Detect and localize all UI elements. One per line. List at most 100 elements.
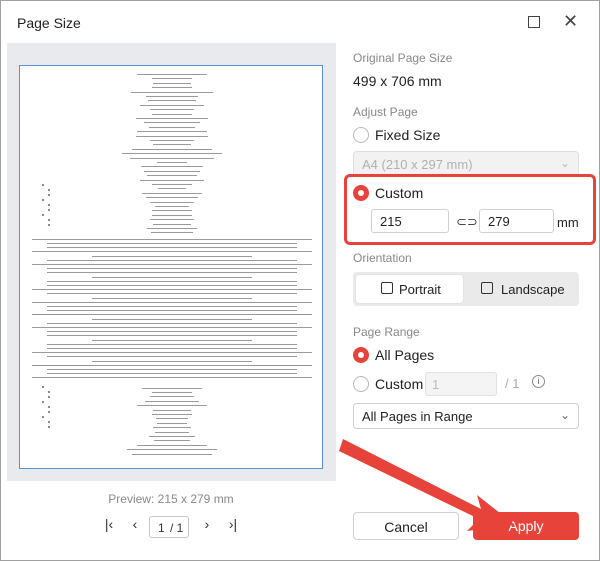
preview-text-line (152, 87, 192, 89)
preview-text-line (153, 427, 191, 429)
portrait-button[interactable]: Portrait (356, 275, 463, 303)
preview-text-line (146, 96, 198, 97)
custom-range-radio[interactable] (353, 376, 369, 392)
next-page-icon[interactable]: › (199, 516, 215, 532)
prev-page-icon[interactable]: ‹ (127, 516, 143, 532)
preview-bullet (42, 386, 44, 388)
preview-text-line (141, 166, 203, 168)
preview-text-line (144, 122, 200, 124)
custom-size-label: Custom (375, 185, 424, 201)
preview-text-line (32, 264, 312, 265)
preview-text-line (32, 327, 312, 328)
maximize-icon[interactable] (528, 16, 540, 28)
preview-text-line (149, 436, 195, 437)
preview-bullet (42, 214, 44, 216)
preview-text-line (142, 387, 202, 389)
preview-text-line (47, 369, 297, 370)
total-pages: / 1 (170, 521, 184, 535)
first-page-icon[interactable]: |‹ (101, 516, 117, 532)
preview-bullet (48, 396, 50, 398)
fixed-size-radio[interactable] (353, 127, 369, 143)
preview-text-line (47, 343, 297, 345)
info-icon[interactable]: i (532, 375, 545, 388)
preview-text-line (47, 272, 297, 274)
preview-text-line (150, 109, 194, 111)
preview-bullet (48, 421, 50, 423)
preview-text-line (131, 91, 213, 93)
chevron-down-icon: ⌄ (559, 408, 570, 422)
preview-bullet (48, 224, 50, 226)
preview-text-line (149, 126, 195, 128)
original-size-value: 499 x 706 mm (353, 73, 442, 89)
preview-text-line (136, 118, 208, 119)
preview-text-line (132, 148, 212, 150)
preview-text-line (137, 74, 207, 75)
close-icon[interactable]: ✕ (563, 12, 579, 30)
fixed-size-label: Fixed Size (375, 127, 441, 143)
width-input[interactable]: 215 (371, 209, 449, 233)
preview-text-line (157, 422, 187, 424)
preview-text-line (147, 175, 197, 177)
preview-bullet (42, 184, 44, 186)
page-subset-select[interactable]: All Pages in Range ⌄ (353, 403, 579, 429)
preview-text-line (130, 157, 214, 159)
preview-bullet (48, 426, 50, 428)
dialog-title: Page Size (17, 15, 81, 31)
preview-text-line (155, 206, 189, 207)
adjust-page-label: Adjust Page (353, 105, 418, 119)
page-subset-value: All Pages in Range (362, 409, 473, 424)
preview-text-line (47, 247, 297, 249)
preview-text-line (127, 449, 217, 451)
custom-size-radio[interactable] (353, 185, 369, 201)
chevron-down-icon: ⌄ (559, 156, 570, 170)
cancel-button[interactable]: Cancel (353, 512, 459, 540)
preview-text-line (47, 280, 297, 282)
preview-text-line (47, 373, 297, 375)
preview-text-line (32, 238, 312, 240)
preview-bullet (42, 416, 44, 418)
preview-bullet (48, 406, 50, 408)
link-icon[interactable]: ⊂⊃ (456, 214, 478, 230)
preview-text-line (92, 276, 252, 278)
preview-bullet (48, 391, 50, 393)
preview-text-line (32, 301, 312, 303)
preview-text-line (32, 289, 312, 291)
preview-text-line (156, 418, 188, 420)
preview-text-line (150, 201, 194, 203)
preview-bullet (48, 194, 50, 196)
preview-text-line (32, 377, 312, 379)
page-number-input[interactable]: 1 / 1 (149, 516, 189, 538)
settings-pane: Original Page Size 499 x 706 mm Adjust P… (339, 43, 599, 561)
preview-text-line (47, 285, 297, 286)
preview-text-line (140, 179, 204, 181)
landscape-button[interactable]: Landscape (467, 275, 576, 303)
preview-text-line (152, 414, 192, 415)
preview-text-line (137, 444, 207, 446)
height-input[interactable]: 279 (479, 209, 554, 233)
preview-bullet (42, 199, 44, 201)
last-page-icon[interactable]: ›| (225, 516, 241, 532)
title-bar: Page Size ✕ (1, 1, 599, 43)
preview-bullet (42, 401, 44, 403)
preview-text-line (152, 78, 192, 80)
preview-text-line (140, 104, 204, 106)
orientation-label: Orientation (353, 251, 412, 265)
preview-text-line (155, 431, 189, 433)
preview-text-line (47, 322, 297, 324)
preview-text-line (47, 306, 297, 307)
page-range-label: Page Range (353, 325, 420, 339)
preview-text-line (148, 100, 196, 102)
preview-text-line (92, 339, 252, 341)
apply-button[interactable]: Apply (473, 512, 579, 540)
preview-text-line (47, 243, 297, 244)
preview-text-line (153, 144, 191, 146)
preview-text-line (142, 192, 202, 194)
preview-text-line (136, 135, 208, 137)
all-pages-radio[interactable] (353, 347, 369, 363)
orientation-toggle: Portrait Landscape (353, 272, 579, 306)
preview-text-line (137, 131, 207, 133)
custom-range-input[interactable]: 1 (425, 372, 497, 396)
preview-text-line (92, 297, 252, 299)
preview-text-line (150, 219, 194, 221)
preview-text-line (150, 396, 194, 398)
